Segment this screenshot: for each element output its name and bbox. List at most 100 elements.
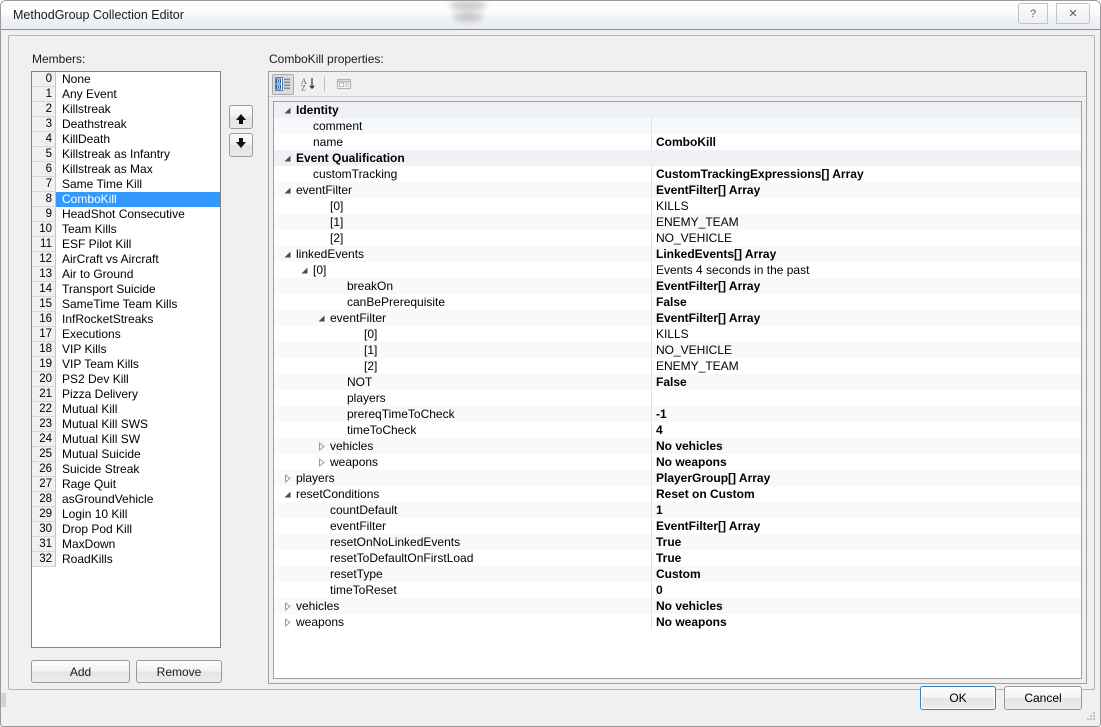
property-value-cell[interactable]: PlayerGroup[] Array [652, 470, 1081, 486]
property-row[interactable]: players [274, 390, 1081, 406]
property-value-cell[interactable]: NO_VEHICLE [652, 342, 1081, 358]
property-value-cell[interactable]: NO_VEHICLE [652, 230, 1081, 246]
property-value-cell[interactable] [652, 102, 1081, 118]
property-value-cell[interactable]: No vehicles [652, 438, 1081, 454]
property-row[interactable]: vehicles No vehicles [274, 598, 1081, 614]
expander-collapsed-icon[interactable] [283, 618, 292, 627]
expander-expanded-icon[interactable] [283, 186, 292, 195]
property-row[interactable]: [0] Events 4 seconds in the past [274, 262, 1081, 278]
property-row[interactable]: timeToReset 0 [274, 582, 1081, 598]
list-item[interactable]: 19 VIP Team Kills [32, 357, 220, 372]
property-row[interactable]: eventFilter EventFilter[] Array [274, 182, 1081, 198]
list-item[interactable]: 16 InfRocketStreaks [32, 312, 220, 327]
list-item[interactable]: 23 Mutual Kill SWS [32, 417, 220, 432]
property-row[interactable]: weapons No weapons [274, 614, 1081, 630]
list-item[interactable]: 28 asGroundVehicle [32, 492, 220, 507]
property-value-cell[interactable]: ComboKill [652, 134, 1081, 150]
property-row[interactable]: vehicles No vehicles [274, 438, 1081, 454]
remove-button[interactable]: Remove [136, 660, 222, 683]
move-up-button[interactable] [229, 105, 253, 129]
expander-expanded-icon[interactable] [317, 314, 326, 323]
property-row[interactable]: prereqTimeToCheck -1 [274, 406, 1081, 422]
list-item[interactable]: 11 ESF Pilot Kill [32, 237, 220, 252]
cancel-button[interactable]: Cancel [1004, 686, 1082, 710]
property-value-cell[interactable]: True [652, 534, 1081, 550]
list-item[interactable]: 5 Killstreak as Infantry [32, 147, 220, 162]
list-item[interactable]: 8 ComboKill [32, 192, 220, 207]
property-grid-rows-container[interactable]: Identity comment name ComboKill Event Qualif… [273, 101, 1082, 679]
property-pages-button[interactable] [333, 74, 355, 95]
list-item[interactable]: 26 Suicide Streak [32, 462, 220, 477]
expander-expanded-icon[interactable] [300, 266, 309, 275]
list-item[interactable]: 22 Mutual Kill [32, 402, 220, 417]
property-row[interactable]: eventFilter EventFilter[] Array [274, 310, 1081, 326]
list-item[interactable]: 4 KillDeath [32, 132, 220, 147]
property-row[interactable]: [2] ENEMY_TEAM [274, 358, 1081, 374]
expander-collapsed-icon[interactable] [317, 458, 326, 467]
expander-collapsed-icon[interactable] [283, 474, 292, 483]
property-category-row[interactable]: Event Qualification [274, 150, 1081, 166]
alphabetical-sort-button[interactable]: A Z [297, 74, 319, 95]
list-item[interactable]: 17 Executions [32, 327, 220, 342]
expander-expanded-icon[interactable] [283, 106, 292, 115]
property-row[interactable]: customTracking CustomTrackingExpressions[… [274, 166, 1081, 182]
list-item[interactable]: 1 Any Event [32, 87, 220, 102]
list-item[interactable]: 30 Drop Pod Kill [32, 522, 220, 537]
property-row[interactable]: weapons No weapons [274, 454, 1081, 470]
property-row[interactable]: countDefault 1 [274, 502, 1081, 518]
property-value-cell[interactable]: False [652, 374, 1081, 390]
help-button[interactable]: ? [1018, 3, 1048, 24]
expander-collapsed-icon[interactable] [317, 442, 326, 451]
property-value-cell[interactable]: Custom [652, 566, 1081, 582]
property-value-cell[interactable]: True [652, 550, 1081, 566]
list-item[interactable]: 2 Killstreak [32, 102, 220, 117]
property-value-cell[interactable]: No vehicles [652, 598, 1081, 614]
property-row[interactable]: resetType Custom [274, 566, 1081, 582]
property-row[interactable]: NOT False [274, 374, 1081, 390]
property-value-cell[interactable]: 0 [652, 582, 1081, 598]
list-item[interactable]: 9 HeadShot Consecutive [32, 207, 220, 222]
property-value-cell[interactable]: KILLS [652, 198, 1081, 214]
expander-expanded-icon[interactable] [283, 250, 292, 259]
property-value-cell[interactable]: ENEMY_TEAM [652, 214, 1081, 230]
list-item[interactable]: 14 Transport Suicide [32, 282, 220, 297]
property-row[interactable]: resetConditions Reset on Custom [274, 486, 1081, 502]
categorized-view-button[interactable] [272, 73, 294, 95]
expander-expanded-icon[interactable] [283, 490, 292, 499]
property-value-cell[interactable]: No weapons [652, 614, 1081, 630]
property-value-cell[interactable] [652, 150, 1081, 166]
property-row[interactable]: [1] NO_VEHICLE [274, 342, 1081, 358]
property-value-cell[interactable]: False [652, 294, 1081, 310]
property-value-cell[interactable]: No weapons [652, 454, 1081, 470]
add-button[interactable]: Add [31, 660, 130, 683]
list-item[interactable]: 31 MaxDown [32, 537, 220, 552]
list-item[interactable]: 13 Air to Ground [32, 267, 220, 282]
property-value-cell[interactable]: Reset on Custom [652, 486, 1081, 502]
property-value-cell[interactable]: KILLS [652, 326, 1081, 342]
property-row[interactable]: eventFilter EventFilter[] Array [274, 518, 1081, 534]
property-row[interactable]: comment [274, 118, 1081, 134]
list-item[interactable]: 7 Same Time Kill [32, 177, 220, 192]
list-item[interactable]: 0 None [32, 72, 220, 87]
list-item[interactable]: 32 RoadKills [32, 552, 220, 567]
list-item[interactable]: 15 SameTime Team Kills [32, 297, 220, 312]
property-value-cell[interactable]: Events 4 seconds in the past [652, 262, 1081, 278]
list-item[interactable]: 29 Login 10 Kill [32, 507, 220, 522]
property-category-row[interactable]: Identity [274, 102, 1081, 118]
list-item[interactable]: 12 AirCraft vs Aircraft [32, 252, 220, 267]
expander-collapsed-icon[interactable] [283, 602, 292, 611]
property-row[interactable]: name ComboKill [274, 134, 1081, 150]
property-row[interactable]: linkedEvents LinkedEvents[] Array [274, 246, 1081, 262]
list-item[interactable]: 21 Pizza Delivery [32, 387, 220, 402]
list-item[interactable]: 25 Mutual Suicide [32, 447, 220, 462]
property-value-cell[interactable]: 1 [652, 502, 1081, 518]
list-item[interactable]: 3 Deathstreak [32, 117, 220, 132]
property-value-cell[interactable]: -1 [652, 406, 1081, 422]
property-value-cell[interactable] [652, 118, 1081, 134]
property-row[interactable]: [0] KILLS [274, 326, 1081, 342]
list-item[interactable]: 27 Rage Quit [32, 477, 220, 492]
property-row[interactable]: [2] NO_VEHICLE [274, 230, 1081, 246]
move-down-button[interactable] [229, 133, 253, 157]
property-value-cell[interactable]: LinkedEvents[] Array [652, 246, 1081, 262]
property-value-cell[interactable]: EventFilter[] Array [652, 518, 1081, 534]
